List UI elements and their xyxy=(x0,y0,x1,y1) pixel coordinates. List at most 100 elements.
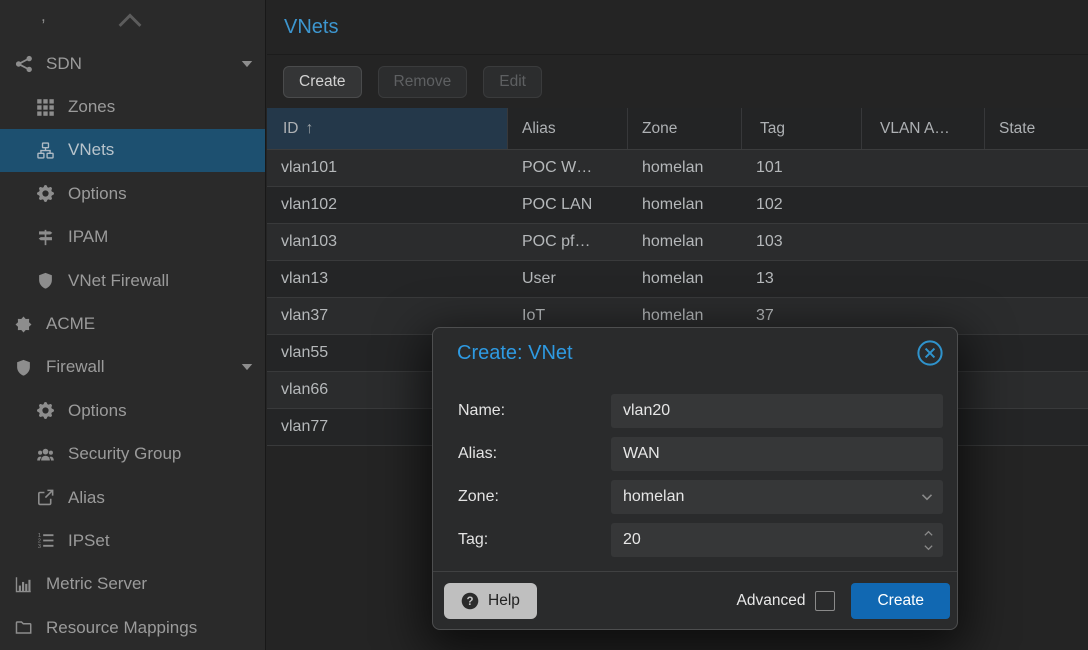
sidebar-item-acme[interactable]: ACME xyxy=(0,302,265,345)
sidebar-item-label: Security Group xyxy=(68,444,181,464)
sdn-icon xyxy=(12,55,35,73)
cell-tag: 101 xyxy=(742,150,862,186)
modal-fields: Name: Alias: Zone: Tag: xyxy=(433,378,957,557)
chart-icon xyxy=(12,576,35,593)
sidebar-item-label: Firewall xyxy=(46,357,105,377)
form-field: Tag: xyxy=(458,523,943,557)
create-submit-button[interactable]: Create xyxy=(851,583,950,619)
sidebar-item-alias[interactable]: Alias xyxy=(0,476,265,519)
column-header-label: VLAN A… xyxy=(880,120,950,138)
advanced-checkbox[interactable] xyxy=(815,591,835,611)
name-input[interactable] xyxy=(611,394,943,428)
signpost-icon xyxy=(34,229,57,246)
zone-input[interactable] xyxy=(611,480,943,514)
cell-id: vlan101 xyxy=(267,150,508,186)
cell-vlan-a xyxy=(862,150,985,186)
table-row[interactable]: vlan102POC LANhomelan102 xyxy=(267,187,1088,224)
sidebar-item-label: ACME xyxy=(46,314,95,334)
edit-button[interactable]: Edit xyxy=(483,66,542,98)
zone-field-label: Zone: xyxy=(458,488,611,506)
cell-id: vlan102 xyxy=(267,187,508,223)
cell-zone: homelan xyxy=(628,150,742,186)
sidebar-item-sdn[interactable]: SDN xyxy=(0,42,265,85)
sidebar-item-security-group[interactable]: Security Group xyxy=(0,433,265,476)
cell-state xyxy=(985,150,1088,186)
tag-field-control xyxy=(611,523,943,557)
dialog-header[interactable]: Create: VNet xyxy=(433,328,957,378)
cell-state xyxy=(985,224,1088,260)
sidebar-scroller[interactable]: , xyxy=(0,0,265,42)
form-field: Alias: xyxy=(458,437,943,471)
form-field: Zone: xyxy=(458,480,943,514)
shield-icon xyxy=(12,359,35,376)
column-header-id[interactable]: ID↑ xyxy=(267,108,508,149)
sidebar-item-label: VNet Firewall xyxy=(68,271,169,291)
svg-text:3: 3 xyxy=(38,544,41,549)
cell-tag: 13 xyxy=(742,261,862,297)
spinner-down-icon[interactable] xyxy=(922,541,935,554)
spinner-up-icon[interactable] xyxy=(922,527,935,540)
sidebar-item-vnet-firewall[interactable]: VNet Firewall xyxy=(0,259,265,302)
tag-field-label: Tag: xyxy=(458,531,611,549)
sidebar-item-metric-server[interactable]: Metric Server xyxy=(0,563,265,606)
cell-id: vlan103 xyxy=(267,224,508,260)
cell-vlan-a xyxy=(862,224,985,260)
column-header-label: Tag xyxy=(760,120,785,138)
cell-alias: User xyxy=(508,261,628,297)
sidebar-item-options[interactable]: Options xyxy=(0,389,265,432)
svg-text:?: ? xyxy=(466,596,473,608)
column-header-state[interactable]: State xyxy=(985,108,1088,149)
folder-icon xyxy=(12,619,35,636)
table-row[interactable]: vlan103POC pf…homelan103 xyxy=(267,224,1088,261)
column-header-vlan-a[interactable]: VLAN A… xyxy=(862,108,985,149)
cell-zone: homelan xyxy=(628,261,742,297)
caret-down-icon[interactable] xyxy=(240,57,254,71)
form-field: Name: xyxy=(458,394,943,428)
table-row[interactable]: vlan13Userhomelan13 xyxy=(267,261,1088,298)
cell-state xyxy=(985,372,1088,408)
alias-field-label: Alias: xyxy=(458,445,611,463)
column-header-label: State xyxy=(999,120,1035,138)
caret-down-icon[interactable] xyxy=(240,360,254,374)
cell-alias: POC LAN xyxy=(508,187,628,223)
cell-state xyxy=(985,187,1088,223)
sidebar-item-vnets[interactable]: VNets xyxy=(0,129,265,172)
page-title: VNets xyxy=(284,16,338,39)
column-header-zone[interactable]: Zone xyxy=(628,108,742,149)
help-button[interactable]: ? Help xyxy=(444,583,537,619)
sidebar-item-resource-mappings[interactable]: Resource Mappings xyxy=(0,606,265,649)
sidebar-item-label: Zones xyxy=(68,97,115,117)
sidebar-item-ipam[interactable]: IPAM xyxy=(0,216,265,259)
certificate-icon xyxy=(12,316,35,333)
create-button[interactable]: Create xyxy=(283,66,362,98)
gear-icon xyxy=(34,185,57,202)
name-field-control xyxy=(611,394,943,428)
partial-item-fragment: , xyxy=(41,6,46,26)
close-icon[interactable] xyxy=(916,339,944,367)
sidebar-item-options[interactable]: Options xyxy=(0,172,265,215)
sidebar-item-ipset[interactable]: 123IPSet xyxy=(0,519,265,562)
alias-input[interactable] xyxy=(611,437,943,471)
sidebar-item-firewall[interactable]: Firewall xyxy=(0,346,265,389)
sidebar-item-zones[interactable]: Zones xyxy=(0,85,265,128)
table-row[interactable]: vlan101POC W…homelan101 xyxy=(267,150,1088,187)
cell-id: vlan13 xyxy=(267,261,508,297)
number-spinner[interactable] xyxy=(922,523,935,557)
toolbar: Create Remove Edit xyxy=(267,55,1088,108)
chevron-up-icon[interactable] xyxy=(117,7,143,33)
column-header-tag[interactable]: Tag xyxy=(742,108,862,149)
column-header-alias[interactable]: Alias xyxy=(508,108,628,149)
cell-state xyxy=(985,298,1088,334)
chevron-down-icon[interactable] xyxy=(919,480,935,514)
sidebar-item-label: IPSet xyxy=(68,531,110,551)
dialog-title: Create: VNet xyxy=(457,342,916,365)
cell-tag: 102 xyxy=(742,187,862,223)
cell-state xyxy=(985,409,1088,445)
tag-input[interactable] xyxy=(611,523,943,557)
sidebar-item-label: SDN xyxy=(46,54,82,74)
cell-vlan-a xyxy=(862,187,985,223)
remove-button[interactable]: Remove xyxy=(378,66,468,98)
question-icon: ? xyxy=(461,592,479,610)
sort-ascending-indicator: ↑ xyxy=(306,120,314,138)
cell-alias: POC pf… xyxy=(508,224,628,260)
